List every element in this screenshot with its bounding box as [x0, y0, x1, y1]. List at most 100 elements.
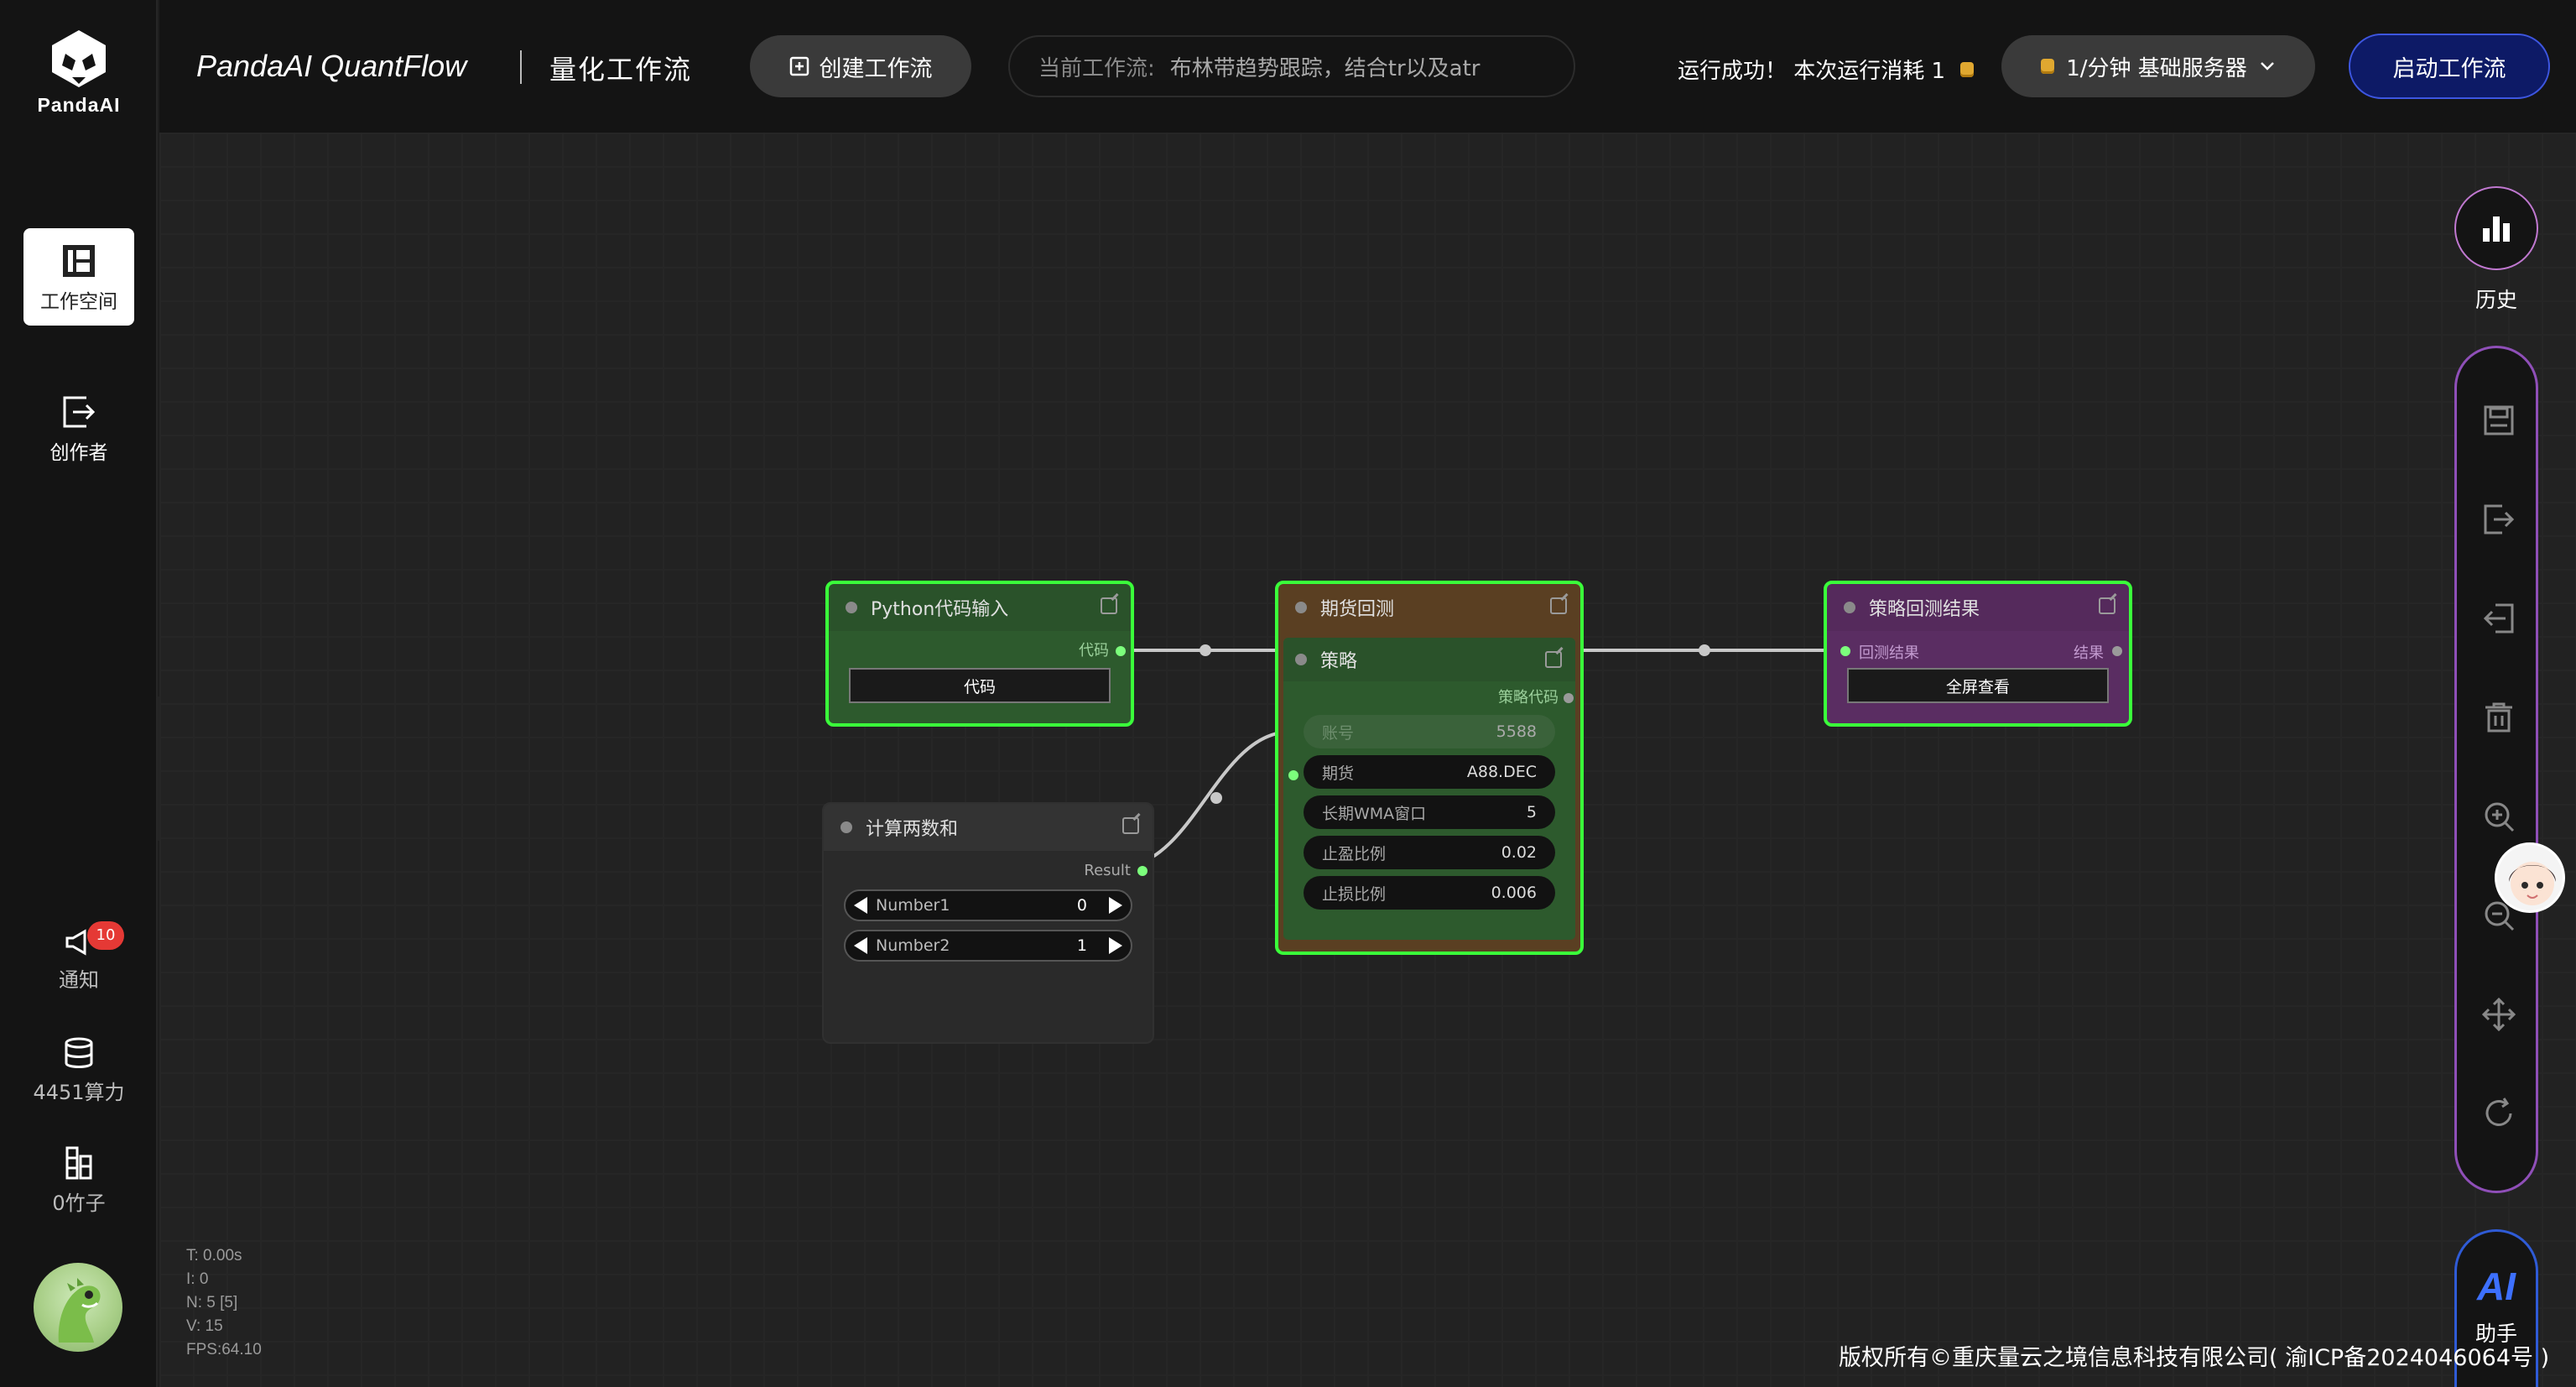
increment-icon[interactable]	[1109, 897, 1122, 914]
field-take-profit[interactable]: 止盈比例 0.02	[1304, 836, 1555, 869]
database-icon	[65, 1037, 93, 1068]
current-workflow-field[interactable]: 当前工作流: 布林带趋势跟踪，结合tr以及atr	[1008, 35, 1575, 97]
sidebar-item-creator[interactable]: 创作者	[23, 394, 134, 465]
stat-nodes: N: 5 [5]	[186, 1294, 238, 1311]
subnode-strategy[interactable]: 策略 策略代码 账号 5588 期货 A88.DEC 长期WMA窗口 5 止盈比…	[1283, 638, 1575, 940]
sidebar-item-bamboo[interactable]: 0竹子	[23, 1146, 134, 1216]
workspace-icon	[63, 245, 95, 277]
node-title: 计算两数和	[866, 819, 959, 840]
output-port[interactable]	[2112, 646, 2122, 656]
node-header[interactable]: 策略回测结果	[1827, 584, 2129, 631]
export-icon[interactable]	[2482, 503, 2516, 536]
create-workflow-label: 创建工作流	[819, 55, 933, 82]
copyright: 版权所有©重庆量云之境信息科技有限公司( 渝ICP备2024046064号 )	[1839, 1345, 2550, 1371]
node-collapse-dot[interactable]	[846, 602, 857, 613]
subnode-header[interactable]: 策略	[1283, 638, 1575, 681]
field-stop-loss[interactable]: 止损比例 0.006	[1304, 876, 1555, 910]
node-title: Python代码输入	[871, 599, 1009, 620]
canvas-stats: T: 0.00s I: 0 N: 5 [5] V: 15 FPS:64.10	[186, 1244, 262, 1362]
chevron-down-icon	[2260, 62, 2274, 70]
stat-visible: V: 15	[186, 1317, 223, 1335]
sidebar-item-workspace[interactable]: 工作空间	[23, 228, 134, 326]
coin-icon	[2041, 59, 2055, 74]
field-account[interactable]: 账号 5588	[1304, 715, 1555, 748]
output-port[interactable]	[1137, 866, 1147, 876]
brand-title: PandaAI QuantFlow	[196, 49, 467, 83]
node-sum-two[interactable]: 计算两数和 Result Number1 0 Number2 1	[822, 802, 1154, 1044]
zoom-in-icon[interactable]	[2482, 800, 2516, 833]
decrement-icon[interactable]	[854, 897, 867, 914]
number2-stepper[interactable]: Number2 1	[844, 930, 1132, 962]
input-port[interactable]	[1288, 770, 1298, 780]
node-collapse-dot[interactable]	[1295, 602, 1307, 613]
canvas-tools-panel	[2454, 346, 2538, 1193]
node-header[interactable]: 计算两数和	[824, 804, 1153, 851]
brand-divider	[520, 50, 522, 84]
output-port-label: Result	[824, 859, 1153, 883]
increment-icon[interactable]	[1109, 937, 1122, 954]
node-title: 期货回测	[1320, 599, 1395, 620]
bar-chart-icon	[2483, 216, 2510, 242]
edit-icon[interactable]	[1122, 817, 1139, 834]
sidebar-item-label: 工作空间	[40, 291, 117, 313]
result-ports: 回测结果 结果	[1827, 639, 2129, 663]
input-port[interactable]	[1840, 646, 1850, 656]
dinosaur-avatar-icon	[58, 1278, 101, 1343]
output-port[interactable]	[1116, 646, 1126, 656]
field-wma-window[interactable]: 长期WMA窗口 5	[1304, 795, 1555, 829]
code-button[interactable]: 代码	[849, 668, 1111, 703]
node-strategy-result[interactable]: 策略回测结果 回测结果 结果 全屏查看	[1824, 581, 2132, 727]
output-port[interactable]	[1564, 693, 1574, 703]
refresh-icon[interactable]	[2482, 1097, 2516, 1130]
node-python-input[interactable]: Python代码输入 代码 代码	[825, 581, 1134, 727]
fullscreen-button[interactable]: 全屏查看	[1847, 668, 2109, 703]
run-status: 运行成功！ 本次运行消耗 1	[1678, 54, 1975, 85]
user-avatar[interactable]	[34, 1263, 122, 1352]
creator-icon	[63, 396, 96, 428]
edit-icon[interactable]	[1545, 651, 1562, 668]
brand-subtitle: 量化工作流	[549, 54, 693, 86]
stat-time: T: 0.00s	[186, 1247, 242, 1264]
ai-icon: AI	[2477, 1264, 2516, 1308]
current-workflow-label: 当前工作流:	[1038, 55, 1155, 81]
edit-icon[interactable]	[1550, 597, 1567, 614]
sidebar-item-notice[interactable]: 10 通知	[23, 921, 134, 993]
delete-icon[interactable]	[2482, 701, 2516, 734]
start-workflow-button[interactable]: 启动工作流	[2349, 34, 2550, 99]
decrement-icon[interactable]	[854, 937, 867, 954]
current-workflow-name: 布林带趋势跟踪，结合tr以及atr	[1169, 55, 1481, 81]
server-selector[interactable]: 1/分钟 基础服务器	[2001, 35, 2315, 97]
create-workflow-button[interactable]: 创建工作流	[750, 35, 971, 97]
field-futures[interactable]: 期货 A88.DEC	[1304, 755, 1555, 789]
save-icon[interactable]	[2482, 404, 2516, 437]
edit-icon[interactable]	[1101, 597, 1117, 614]
node-title: 策略回测结果	[1869, 599, 1980, 620]
history-button[interactable]	[2454, 186, 2538, 270]
logo[interactable]: PandaAI	[32, 29, 126, 117]
import-icon[interactable]	[2482, 602, 2516, 635]
output-port-label: 代码	[829, 639, 1131, 663]
subnode-title: 策略	[1320, 651, 1358, 672]
notification-badge: 10	[87, 921, 124, 950]
node-header[interactable]: Python代码输入	[829, 584, 1131, 631]
edit-icon[interactable]	[2099, 597, 2115, 614]
node-collapse-dot[interactable]	[1295, 654, 1307, 665]
stat-fps: FPS:64.10	[186, 1341, 262, 1358]
node-futures-backtest[interactable]: 期货回测 策略 策略代码 账号 5588 期货 A88.DEC 长期WMA窗口 …	[1275, 581, 1584, 955]
sidebar-item-label: 0竹子	[52, 1191, 106, 1215]
node-header[interactable]: 期货回测	[1278, 584, 1580, 631]
sidebar: PandaAI 工作空间 创作者 10 通知 4451算力 0竹子	[0, 0, 158, 1387]
assistant-avatar[interactable]	[2495, 842, 2565, 913]
server-label: 1/分钟 基础服务器	[2066, 55, 2247, 81]
sidebar-item-label: 通知	[59, 968, 99, 992]
sidebar-item-compute[interactable]: 4451算力	[23, 1037, 134, 1105]
node-collapse-dot[interactable]	[840, 821, 852, 833]
node-collapse-dot[interactable]	[1844, 602, 1855, 613]
stat-iterations: I: 0	[186, 1270, 209, 1288]
logo-text: PandaAI	[37, 94, 121, 116]
sidebar-item-label: 4451算力	[33, 1081, 125, 1104]
strategy-code-port-label: 策略代码	[1283, 686, 1575, 710]
number1-stepper[interactable]: Number1 0	[844, 889, 1132, 921]
run-status-text: 运行成功！ 本次运行消耗 1	[1678, 59, 1946, 84]
move-icon[interactable]	[2482, 998, 2516, 1031]
